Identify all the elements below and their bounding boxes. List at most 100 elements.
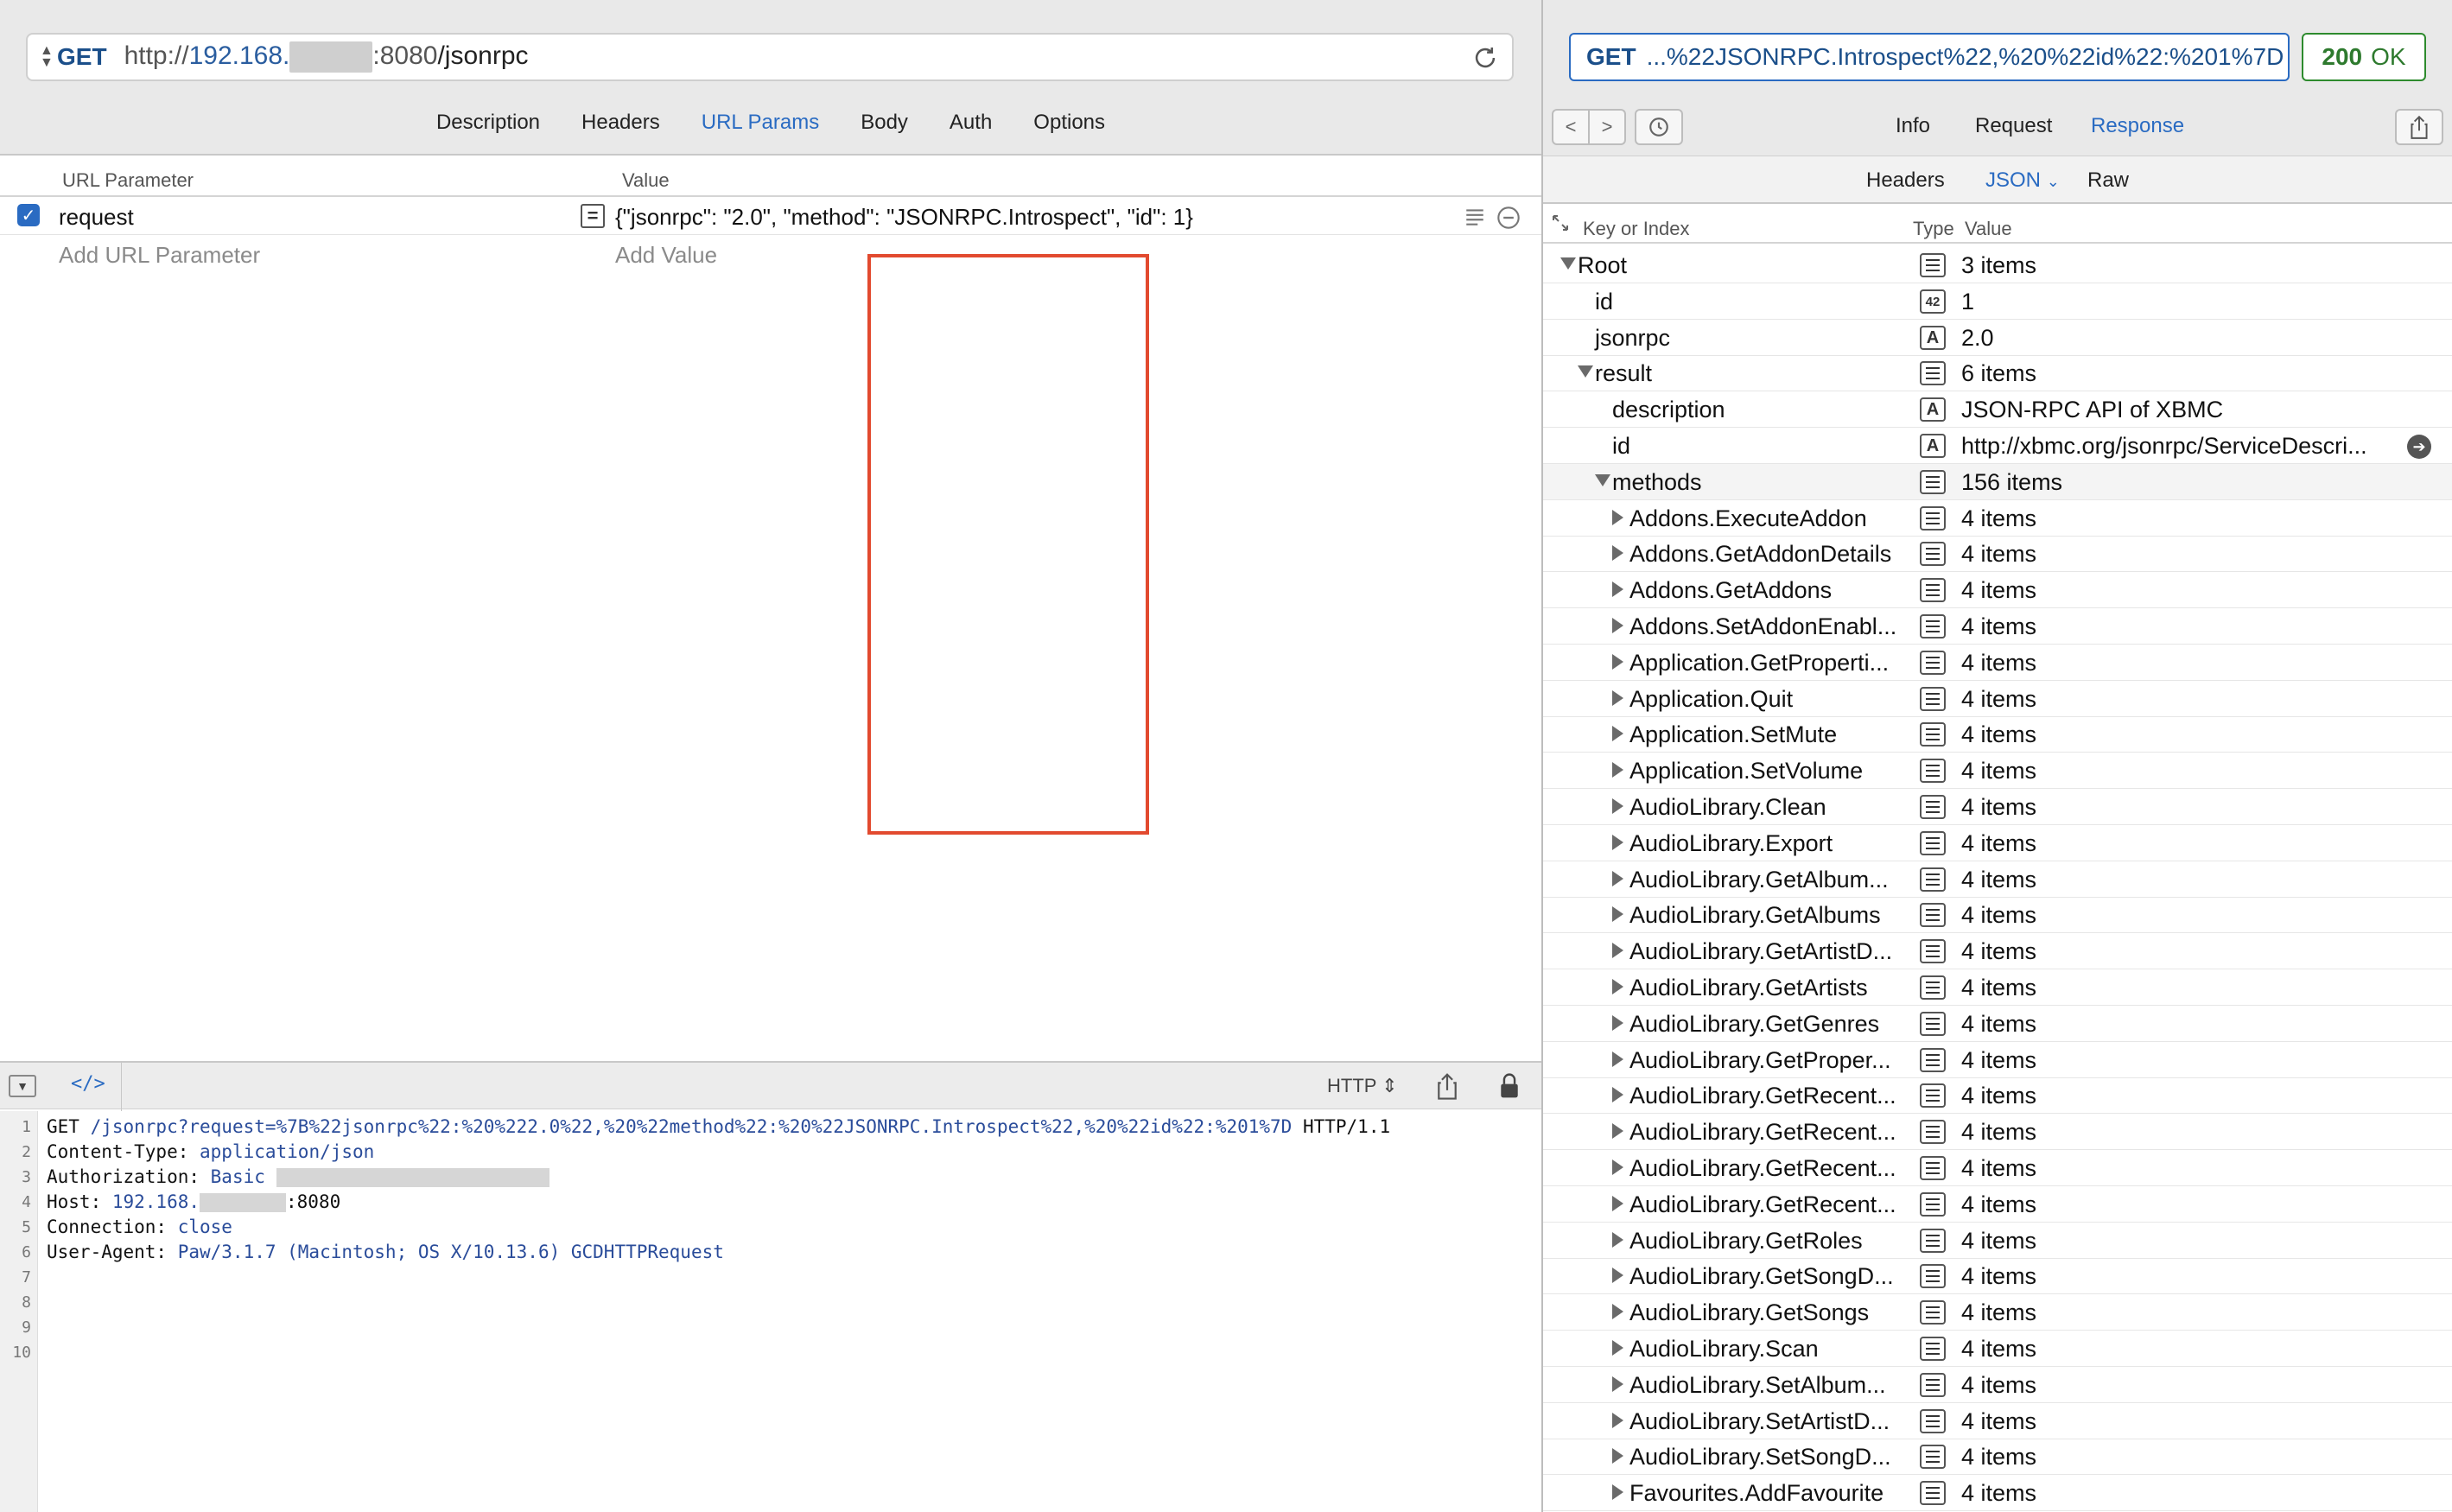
json-tree-row[interactable]: methods 156 items <box>1543 464 2452 500</box>
url-input[interactable]: http://192.168.:8080/jsonrpc <box>124 41 529 73</box>
json-tree-row[interactable]: result 6 items <box>1543 355 2452 391</box>
disclosure-closed-icon[interactable] <box>1612 1267 1623 1283</box>
disclosure-closed-icon[interactable] <box>1612 1484 1623 1500</box>
json-tree-row[interactable]: Addons.GetAddonDetails 4 items <box>1543 536 2452 572</box>
http-code-view[interactable]: 1 2 3 4 5 6 7 8 9 10 GET /jsonrpc?request=%7B%22j… <box>0 1111 1541 1512</box>
disclosure-closed-icon[interactable] <box>1612 943 1623 958</box>
disclosure-closed-icon[interactable] <box>1612 654 1623 670</box>
tab-url-params[interactable]: URL Params <box>702 111 819 135</box>
json-tree-row[interactable]: AudioLibrary.GetRecent... 4 items <box>1543 1186 2452 1223</box>
code-view-toggle[interactable]: </> <box>71 1073 105 1095</box>
disclosure-closed-icon[interactable] <box>1612 690 1623 706</box>
disclosure-open-icon[interactable] <box>1595 474 1610 486</box>
json-tree-row[interactable]: Addons.SetAddonEnabl... 4 items <box>1543 608 2452 645</box>
json-tree-row[interactable]: AudioLibrary.GetRoles 4 items <box>1543 1223 2452 1259</box>
disclosure-closed-icon[interactable] <box>1612 510 1623 525</box>
code-format-select[interactable]: HTTP ⇕ <box>1327 1075 1398 1097</box>
tab-headers[interactable]: Headers <box>581 111 660 135</box>
disclosure-closed-icon[interactable] <box>1612 726 1623 741</box>
json-tree-row[interactable]: AudioLibrary.SetSongD... 4 items <box>1543 1439 2452 1475</box>
disclosure-closed-icon[interactable] <box>1612 871 1623 886</box>
json-tree-row[interactable]: Favourites.AddFavourite 4 items <box>1543 1475 2452 1511</box>
reload-icon[interactable] <box>1471 43 1500 73</box>
forward-chevron-icon[interactable]: > <box>1588 109 1626 145</box>
disclosure-closed-icon[interactable] <box>1612 1051 1623 1067</box>
disclosure-closed-icon[interactable] <box>1612 581 1623 597</box>
json-tree-row[interactable]: Root 3 items <box>1543 247 2452 283</box>
history-clock-icon[interactable] <box>1635 109 1683 145</box>
disclosure-closed-icon[interactable] <box>1612 1087 1623 1102</box>
json-tree-row[interactable]: AudioLibrary.Scan 4 items <box>1543 1331 2452 1367</box>
disclosure-closed-icon[interactable] <box>1612 545 1623 561</box>
view-tab-json[interactable]: JSON ⌄ <box>1985 168 2060 193</box>
lines-icon[interactable] <box>1464 206 1486 228</box>
disclosure-closed-icon[interactable] <box>1612 1196 1623 1211</box>
tab-body[interactable]: Body <box>861 111 908 135</box>
json-tree[interactable]: Root 3 items id 42 1 jsonrpc A 2.0 result 6 items… <box>1543 247 2452 1512</box>
disclosure-closed-icon[interactable] <box>1612 906 1623 922</box>
disclosure-closed-icon[interactable] <box>1612 1015 1623 1031</box>
share-button[interactable] <box>2395 109 2443 145</box>
add-value-input[interactable]: Add Value <box>615 242 717 269</box>
disclosure-closed-icon[interactable] <box>1612 798 1623 814</box>
view-tab-headers[interactable]: Headers <box>1866 168 1945 193</box>
back-chevron-icon[interactable]: < <box>1552 109 1590 145</box>
tab-auth[interactable]: Auth <box>950 111 992 135</box>
json-tree-row[interactable]: AudioLibrary.GetSongD... 4 items <box>1543 1258 2452 1294</box>
share-icon[interactable] <box>1434 1071 1460 1101</box>
json-tree-row[interactable]: AudioLibrary.Export 4 items <box>1543 825 2452 861</box>
json-tree-row[interactable]: AudioLibrary.GetProper... 4 items <box>1543 1042 2452 1078</box>
disclosure-closed-icon[interactable] <box>1612 1123 1623 1139</box>
collapse-chevron-icon[interactable]: ▼ <box>9 1075 36 1097</box>
disclosure-closed-icon[interactable] <box>1612 1232 1623 1248</box>
disclosure-closed-icon[interactable] <box>1612 1159 1623 1175</box>
disclosure-closed-icon[interactable] <box>1612 1340 1623 1356</box>
remove-circle-icon[interactable] <box>1496 206 1521 230</box>
json-tree-row[interactable]: Application.GetProperti... 4 items <box>1543 645 2452 681</box>
tab-request[interactable]: Request <box>1975 114 2052 138</box>
lock-icon[interactable] <box>1496 1071 1522 1101</box>
json-tree-row[interactable]: AudioLibrary.GetArtists 4 items <box>1543 969 2452 1006</box>
json-tree-row[interactable]: AudioLibrary.SetAlbum... 4 items <box>1543 1367 2452 1403</box>
json-tree-row[interactable]: Addons.GetAddons 4 items <box>1543 572 2452 608</box>
add-url-parameter-input[interactable]: Add URL Parameter <box>59 242 260 269</box>
json-tree-row[interactable]: Application.SetVolume 4 items <box>1543 753 2452 789</box>
json-tree-row[interactable]: AudioLibrary.GetRecent... 4 items <box>1543 1114 2452 1150</box>
tab-info[interactable]: Info <box>1896 114 1930 138</box>
json-tree-row[interactable]: AudioLibrary.GetAlbum... 4 items <box>1543 861 2452 898</box>
tab-description[interactable]: Description <box>436 111 540 135</box>
json-tree-row[interactable]: id Ahttp://xbmc.org/jsonrpc/ServiceDescri… <box>1543 428 2452 464</box>
json-tree-row[interactable]: AudioLibrary.GetArtistD... 4 items <box>1543 933 2452 969</box>
json-tree-row[interactable]: description A JSON-RPC API of XBMC <box>1543 391 2452 428</box>
status-badge[interactable]: 200 OK <box>2302 33 2426 81</box>
disclosure-closed-icon[interactable] <box>1612 1448 1623 1464</box>
disclosure-closed-icon[interactable] <box>1612 762 1623 778</box>
request-summary[interactable]: GET ...%22JSONRPC.Introspect%22,%20%22id… <box>1569 33 2290 81</box>
disclosure-closed-icon[interactable] <box>1612 835 1623 850</box>
method-selector[interactable]: ▲ ▼ GET <box>28 43 107 71</box>
json-tree-row[interactable]: AudioLibrary.SetArtistD... 4 items <box>1543 1403 2452 1439</box>
disclosure-open-icon[interactable] <box>1578 365 1593 378</box>
json-tree-row[interactable]: AudioLibrary.GetGenres 4 items <box>1543 1006 2452 1042</box>
tab-options[interactable]: Options <box>1033 111 1105 135</box>
disclosure-closed-icon[interactable] <box>1612 618 1623 633</box>
json-tree-row[interactable]: AudioLibrary.GetSongs 4 items <box>1543 1294 2452 1331</box>
url-bar[interactable]: ▲ ▼ GET http://192.168.:8080/jsonrpc <box>26 33 1514 81</box>
disclosure-closed-icon[interactable] <box>1612 1304 1623 1319</box>
json-tree-row[interactable]: AudioLibrary.GetAlbums 4 items <box>1543 897 2452 933</box>
json-tree-row[interactable]: id 42 1 <box>1543 283 2452 320</box>
json-tree-row[interactable]: Application.SetMute 4 items <box>1543 716 2452 753</box>
json-tree-row[interactable]: jsonrpc A 2.0 <box>1543 320 2452 356</box>
json-tree-row[interactable]: AudioLibrary.GetRecent... 4 items <box>1543 1077 2452 1114</box>
disclosure-closed-icon[interactable] <box>1612 1413 1623 1428</box>
disclosure-closed-icon[interactable] <box>1612 1376 1623 1392</box>
param-name[interactable]: request <box>59 204 134 231</box>
json-tree-row[interactable]: AudioLibrary.Clean 4 items <box>1543 789 2452 825</box>
view-tab-raw[interactable]: Raw <box>2087 168 2129 193</box>
param-value[interactable]: {"jsonrpc": "2.0", "method": "JSONRPC.In… <box>615 204 1193 231</box>
expand-all-icon[interactable] <box>1550 213 1571 233</box>
open-link-arrow-icon[interactable]: ➔ <box>2407 435 2431 459</box>
json-tree-row[interactable]: Application.Quit 4 items <box>1543 681 2452 717</box>
disclosure-open-icon[interactable] <box>1560 257 1576 270</box>
json-tree-row[interactable]: AudioLibrary.GetRecent... 4 items <box>1543 1150 2452 1186</box>
